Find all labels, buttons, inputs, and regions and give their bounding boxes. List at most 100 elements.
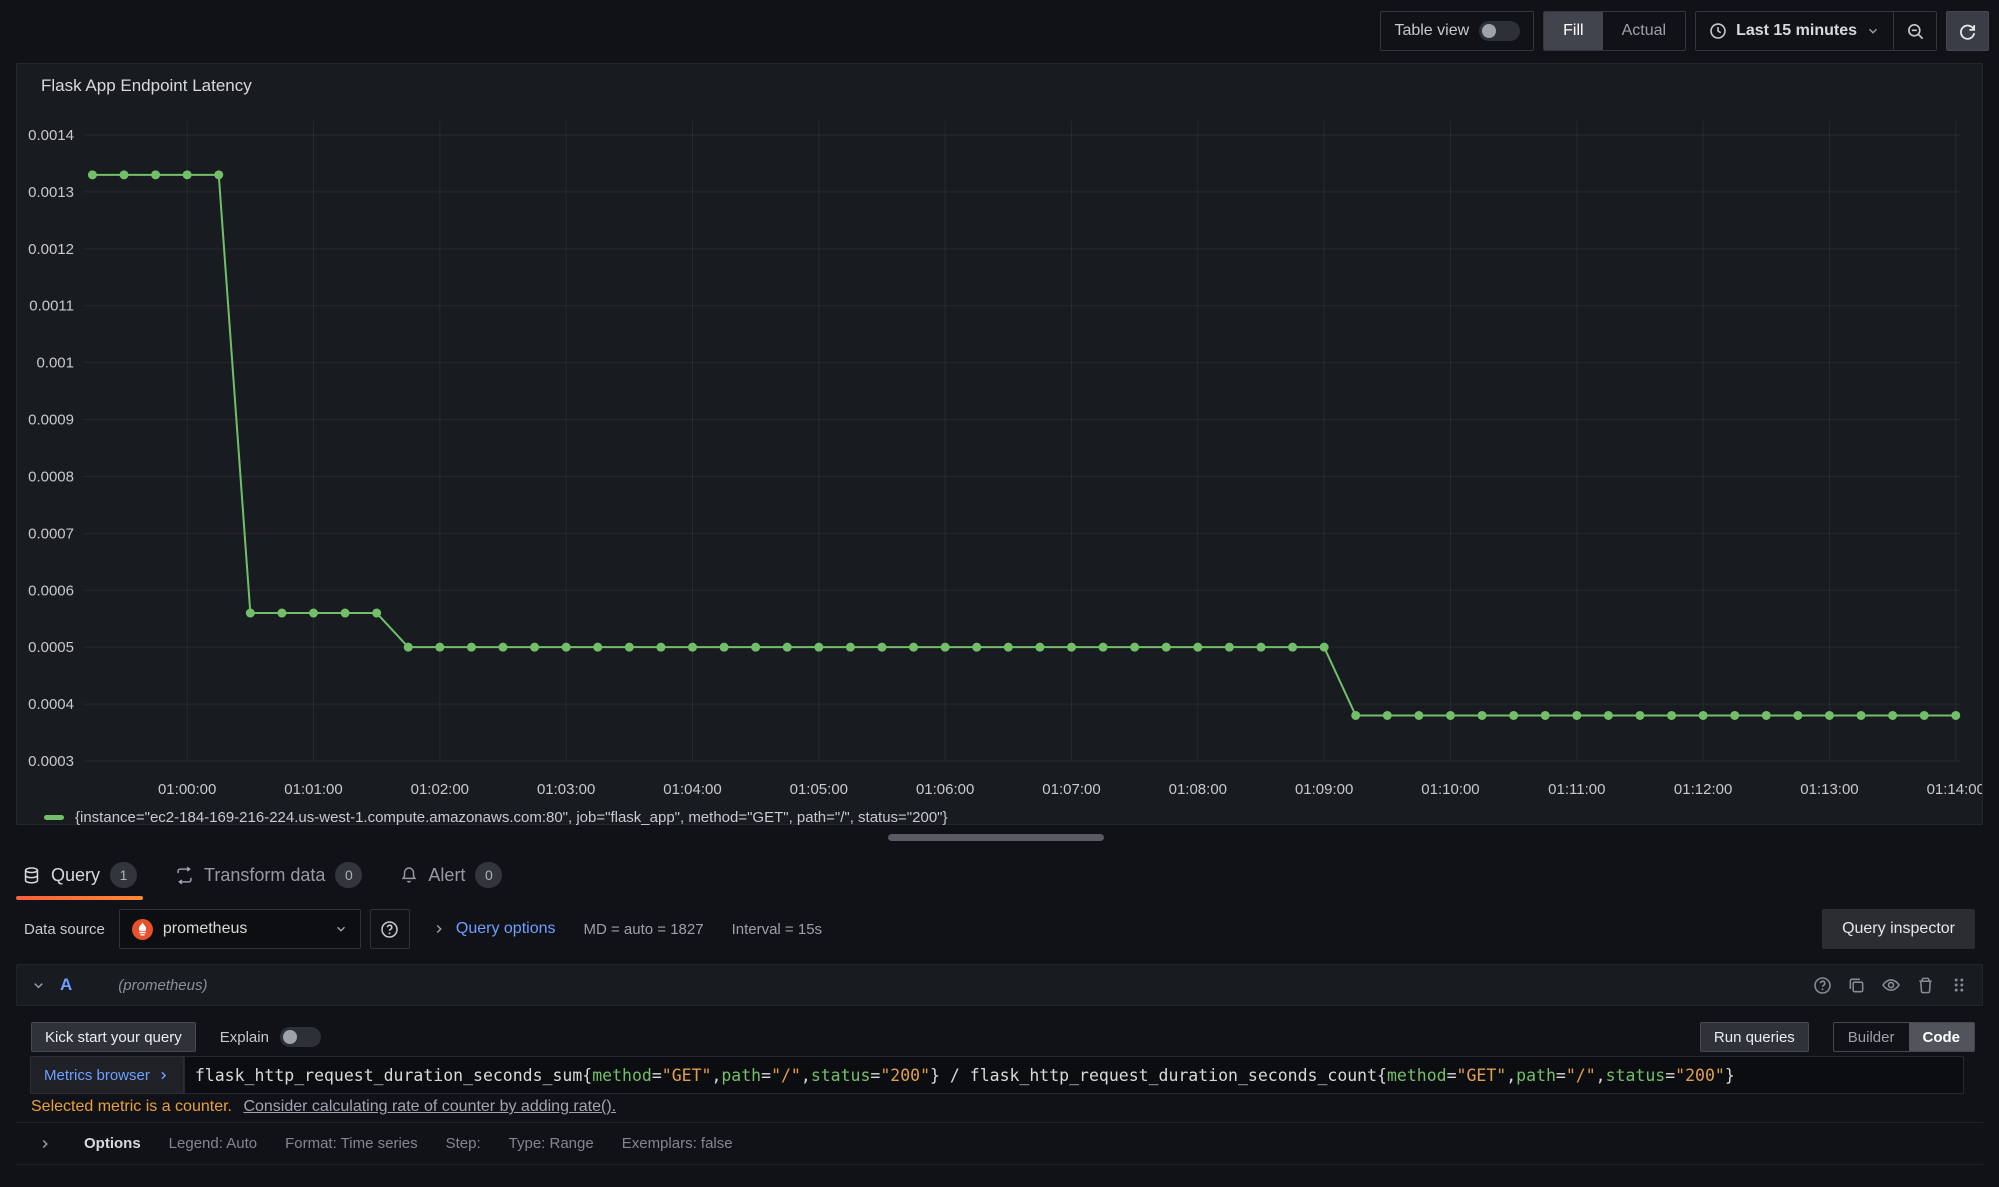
svg-text:01:06:00: 01:06:00 xyxy=(916,781,974,798)
svg-text:01:05:00: 01:05:00 xyxy=(790,781,848,798)
drag-handle-icon[interactable] xyxy=(1950,976,1968,994)
time-range-picker[interactable]: Last 15 minutes xyxy=(1696,12,1893,50)
metrics-browser-label: Metrics browser xyxy=(44,1067,150,1084)
editor-tabs: Query 1 Transform data 0 Alert 0 xyxy=(16,848,508,902)
query-toolbar: Kick start your query Explain Run querie… xyxy=(31,1022,1975,1052)
chevron-right-icon xyxy=(38,1137,52,1151)
svg-text:0.0007: 0.0007 xyxy=(28,525,74,542)
chart-legend[interactable]: {instance="ec2-184-169-216-224.us-west-1… xyxy=(44,809,948,826)
chevron-right-icon xyxy=(432,922,446,936)
query-datasource-hint: (prometheus) xyxy=(118,977,207,994)
svg-text:0.0004: 0.0004 xyxy=(28,696,74,713)
svg-text:01:08:00: 01:08:00 xyxy=(1169,781,1227,798)
latency-panel: Flask App Endpoint Latency 01:00:00 01:01… xyxy=(16,63,1983,825)
duplicate-query-button[interactable] xyxy=(1847,976,1866,995)
svg-text:0.0008: 0.0008 xyxy=(28,468,74,485)
actual-button[interactable]: Actual xyxy=(1603,12,1685,50)
tab-alert[interactable]: Alert 0 xyxy=(394,848,508,902)
svg-text:01:12:00: 01:12:00 xyxy=(1674,781,1732,798)
warning-text: Selected metric is a counter. xyxy=(31,1098,232,1115)
svg-text:0.0013: 0.0013 xyxy=(28,184,74,201)
latency-chart[interactable]: 01:00:0001:01:0001:02:0001:03:0001:04:00… xyxy=(17,100,1982,812)
clock-icon xyxy=(1709,22,1727,40)
explain-label: Explain xyxy=(220,1029,269,1046)
rate-hint-link[interactable]: Consider calculating rate of counter by … xyxy=(243,1098,616,1115)
zoom-out-button[interactable] xyxy=(1893,12,1936,50)
tab-alert-badge: 0 xyxy=(475,862,502,888)
datasource-name: prometheus xyxy=(163,920,248,938)
help-circle-icon xyxy=(380,920,399,939)
query-inspector-button[interactable]: Query inspector xyxy=(1822,909,1975,949)
datasource-help-button[interactable] xyxy=(370,909,410,949)
tab-alert-label: Alert xyxy=(428,865,465,886)
counter-warning: Selected metric is a counter. Consider c… xyxy=(31,1098,616,1116)
kick-start-query-button[interactable]: Kick start your query xyxy=(31,1022,196,1052)
svg-text:01:04:00: 01:04:00 xyxy=(663,781,721,798)
chevron-down-icon xyxy=(1866,24,1880,38)
magnifier-minus-icon xyxy=(1906,22,1925,41)
query-help-button[interactable] xyxy=(1813,976,1832,995)
svg-text:01:00:00: 01:00:00 xyxy=(158,781,216,798)
fill-button[interactable]: Fill xyxy=(1544,12,1602,50)
svg-text:0.0011: 0.0011 xyxy=(29,298,74,315)
options-legend: Legend: Auto xyxy=(169,1135,257,1152)
interval-value: Interval = 15s xyxy=(732,921,822,938)
table-view-toggle[interactable] xyxy=(1479,21,1520,41)
query-ref-id: A xyxy=(60,975,72,995)
metrics-browser-toggle[interactable]: Metrics browser xyxy=(30,1056,184,1094)
datasource-label: Data source xyxy=(24,921,105,938)
collapse-chevron-icon[interactable] xyxy=(31,978,46,993)
table-view-control: Table view xyxy=(1380,11,1534,51)
options-exemplars: Exemplars: false xyxy=(622,1135,733,1152)
max-data-points-value: MD = auto = 1827 xyxy=(583,921,703,938)
tab-transform-label: Transform data xyxy=(204,865,325,886)
query-row-a[interactable]: A (prometheus) xyxy=(16,964,1983,1006)
svg-text:0.0006: 0.0006 xyxy=(28,582,74,599)
delete-query-button[interactable] xyxy=(1916,976,1935,995)
top-toolbar: Table view Fill Actual Last 15 minutes xyxy=(0,0,1999,62)
tab-transform-badge: 0 xyxy=(335,862,362,888)
tab-transform-data[interactable]: Transform data 0 xyxy=(169,848,368,902)
run-queries-button[interactable]: Run queries xyxy=(1700,1022,1809,1052)
prometheus-icon xyxy=(132,919,153,940)
legend-series-marker xyxy=(44,815,64,820)
active-tab-underline xyxy=(16,896,143,900)
promql-input[interactable]: flask_http_request_duration_seconds_sum{… xyxy=(184,1056,1964,1094)
bell-icon xyxy=(400,866,418,884)
svg-text:01:10:00: 01:10:00 xyxy=(1421,781,1479,798)
transform-icon xyxy=(175,866,194,885)
database-icon xyxy=(22,866,41,885)
tab-query[interactable]: Query 1 xyxy=(16,848,143,902)
grafana-panel-editor: Table view Fill Actual Last 15 minutes xyxy=(0,0,1999,1187)
table-view-label: Table view xyxy=(1394,22,1469,40)
datasource-select[interactable]: prometheus xyxy=(119,909,361,949)
promql-editor-row: Metrics browser flask_http_request_durat… xyxy=(30,1056,1964,1094)
hide-query-eye-button[interactable] xyxy=(1881,975,1901,995)
builder-mode-button[interactable]: Builder xyxy=(1834,1023,1909,1051)
svg-text:01:13:00: 01:13:00 xyxy=(1800,781,1858,798)
svg-text:01:14:00: 01:14:00 xyxy=(1927,781,1982,798)
code-mode-button[interactable]: Code xyxy=(1909,1023,1975,1051)
options-label: Options xyxy=(84,1135,141,1152)
refresh-button[interactable] xyxy=(1946,11,1989,51)
time-picker-group: Last 15 minutes xyxy=(1695,11,1937,51)
svg-text:01:07:00: 01:07:00 xyxy=(1042,781,1100,798)
chevron-right-icon xyxy=(157,1069,170,1082)
options-row[interactable]: Options Legend: Auto Format: Time series… xyxy=(16,1122,1983,1165)
options-format: Format: Time series xyxy=(285,1135,418,1152)
horizontal-scrollbar[interactable] xyxy=(888,834,1104,841)
tab-query-badge: 1 xyxy=(110,862,137,888)
time-range-label: Last 15 minutes xyxy=(1736,22,1857,40)
query-options-toggle[interactable]: Query options xyxy=(432,920,556,938)
svg-text:0.0005: 0.0005 xyxy=(28,639,74,656)
query-row-actions xyxy=(1813,975,1968,995)
svg-text:0.0012: 0.0012 xyxy=(28,241,74,258)
svg-text:01:09:00: 01:09:00 xyxy=(1295,781,1353,798)
options-step: Step: xyxy=(446,1135,481,1152)
svg-text:01:11:00: 01:11:00 xyxy=(1548,781,1605,798)
refresh-icon xyxy=(1958,22,1977,41)
explain-toggle[interactable] xyxy=(280,1027,321,1047)
promql-expression: flask_http_request_duration_seconds_sum{… xyxy=(195,1066,1735,1085)
svg-text:01:01:00: 01:01:00 xyxy=(284,781,342,798)
panel-title: Flask App Endpoint Latency xyxy=(41,76,252,96)
